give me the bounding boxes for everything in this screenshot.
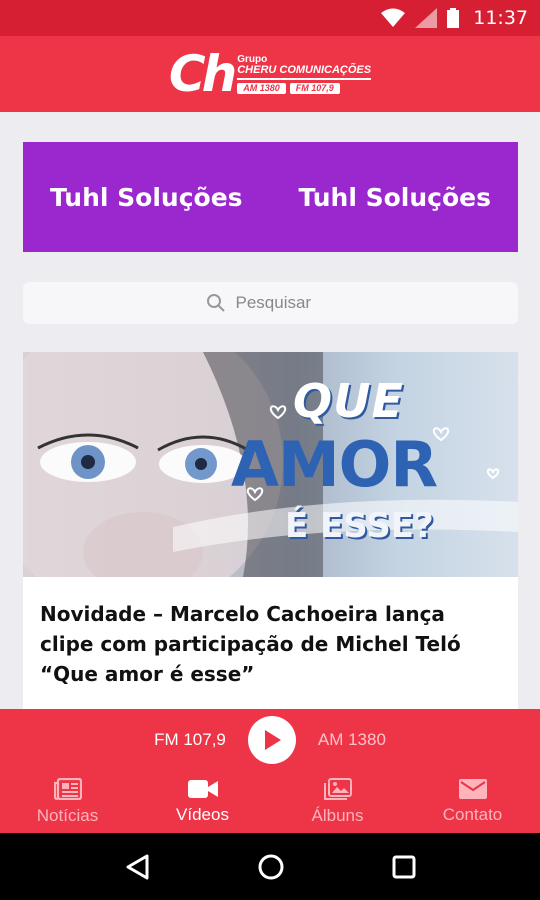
system-nav-bar [0,833,540,900]
cell-signal-icon [415,8,438,28]
logo-am: AM 1380 [237,82,286,94]
news-card[interactable]: QUE AMOR É ESSE? Novidade – Marcelo Cach… [23,352,518,712]
photo-album-icon [323,778,352,800]
battery-icon [447,8,460,28]
search-bar[interactable] [23,282,518,324]
news-thumbnail[interactable]: QUE AMOR É ESSE? [23,352,518,577]
bottom-nav: Notícias Vídeos Álbuns Contato [0,771,540,833]
search-icon [206,294,225,312]
nav-item-contato[interactable]: Contato [405,771,540,833]
newspaper-icon [53,778,82,800]
wifi-icon [381,8,406,27]
logo-mark: Ch [168,45,237,103]
logo-fm: FM 107,9 [289,82,340,94]
logo-frequencies: AM 1380 FM 107,9 [237,82,371,94]
search-input[interactable] [235,293,336,313]
play-button[interactable] [247,716,296,764]
banner-text-right: Tuhl Soluções [298,182,491,212]
nav-item-albuns[interactable]: Álbuns [270,771,405,833]
fm-station-button[interactable]: FM 107,9 [154,730,226,750]
radio-player: FM 107,9 AM 1380 [0,709,540,771]
logo-text: Grupo CHERU COMUNICAÇÕES AM 1380 FM 107,… [237,53,372,94]
video-camera-icon [187,780,218,798]
mail-icon [458,779,487,799]
app-header: Ch Grupo CHERU COMUNICAÇÕES AM 1380 FM 1… [0,36,540,112]
news-title[interactable]: Novidade – Marcelo Cachoeira lança clipe… [23,577,518,689]
thumbnail-title-line3: É ESSE? [285,506,434,546]
thumbnail-title-line1: QUE [293,374,404,428]
ad-banner[interactable]: Tuhl Soluções Tuhl Soluções [23,142,518,252]
recents-icon[interactable] [392,855,416,879]
status-bar: 11:37 [0,0,540,36]
thumbnail-title-line2: AMOR [231,428,438,501]
nav-item-noticias[interactable]: Notícias [0,771,135,833]
am-station-button[interactable]: AM 1380 [318,730,386,750]
nav-label-albuns: Álbuns [311,806,364,825]
logo-name: CHERU COMUNICAÇÕES [237,64,372,80]
status-time: 11:37 [473,7,528,29]
app-logo[interactable]: Ch Grupo CHERU COMUNICAÇÕES AM 1380 FM 1… [168,45,372,103]
nav-label-contato: Contato [442,805,503,824]
nav-item-videos[interactable]: Vídeos [135,771,270,833]
home-icon[interactable] [257,853,285,881]
play-icon [264,730,281,750]
nav-label-videos: Vídeos [176,805,229,824]
nav-label-noticias: Notícias [36,806,99,825]
back-icon[interactable] [124,853,150,881]
logo-grupo: Grupo [237,53,268,65]
banner-text-left: Tuhl Soluções [50,182,243,212]
